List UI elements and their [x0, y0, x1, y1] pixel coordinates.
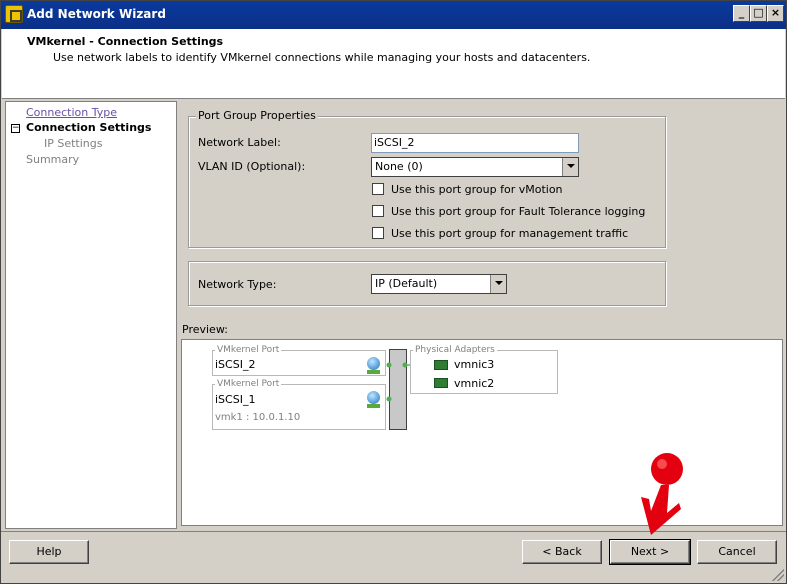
minimize-button[interactable]: _: [733, 5, 750, 22]
adapter-name: vmnic2: [454, 377, 495, 390]
vlan-id-value: None (0): [375, 160, 423, 173]
network-type-value: IP (Default): [375, 277, 438, 290]
wizard-steps-panel: Connection Type − Connection Settings IP…: [5, 101, 177, 529]
vlan-id-select[interactable]: None (0): [371, 157, 579, 177]
vmkernel-port-label: VMkernel Port: [215, 345, 282, 355]
fault-tolerance-checkbox-label[interactable]: Use this port group for Fault Tolerance …: [391, 205, 645, 218]
dropdown-arrow-icon[interactable]: [562, 158, 578, 176]
port-name: iSCSI_1: [215, 393, 256, 406]
network-type-label: Network Type:: [198, 278, 277, 291]
help-button[interactable]: Help: [9, 540, 89, 564]
vmkernel-port-box: [212, 384, 386, 430]
network-card-icon: [434, 360, 448, 370]
back-button[interactable]: < Back: [522, 540, 602, 564]
vmotion-checkbox-label[interactable]: Use this port group for vMotion: [391, 183, 563, 196]
network-label-label: Network Label:: [198, 136, 281, 149]
network-label-input[interactable]: iSCSI_2: [371, 133, 579, 153]
network-type-select[interactable]: IP (Default): [371, 274, 507, 294]
management-traffic-checkbox[interactable]: [372, 227, 384, 239]
step-ip-settings: IP Settings: [44, 137, 103, 150]
network-globe-icon: [367, 357, 380, 374]
cancel-button[interactable]: Cancel: [697, 540, 777, 564]
vsphere-app-icon: [5, 5, 23, 23]
fault-tolerance-checkbox[interactable]: [372, 205, 384, 217]
red-pointer-annotation-icon: [641, 453, 683, 535]
close-button[interactable]: ×: [767, 5, 784, 22]
port-group-legend: Port Group Properties: [196, 109, 318, 122]
page-title: VMkernel - Connection Settings: [27, 35, 224, 48]
page-subtitle: Use network labels to identify VMkernel …: [53, 51, 591, 64]
vmkernel-port-label: VMkernel Port: [215, 379, 282, 389]
resize-grip-icon[interactable]: [772, 569, 784, 581]
network-globe-icon: [367, 391, 380, 408]
title-bar[interactable]: Add Network Wizard _ □ ×: [1, 1, 786, 29]
physical-adapters-label: Physical Adapters: [413, 345, 497, 355]
step-connection-settings: Connection Settings: [26, 121, 152, 134]
port-name: iSCSI_2: [215, 358, 256, 371]
step-summary: Summary: [26, 153, 80, 166]
vlan-id-label: VLAN ID (Optional):: [198, 160, 306, 173]
port-detail: vmk1 : 10.0.1.10: [215, 412, 301, 423]
step-connection-type[interactable]: Connection Type: [26, 106, 117, 119]
preview-label: Preview:: [182, 323, 228, 336]
window-title: Add Network Wizard: [27, 7, 166, 21]
wizard-header: VMkernel - Connection Settings Use netwo…: [2, 29, 785, 99]
vmotion-checkbox[interactable]: [372, 183, 384, 195]
network-card-icon: [434, 378, 448, 388]
wizard-window: Add Network Wizard _ □ × VMkernel - Conn…: [0, 0, 787, 584]
dropdown-arrow-icon[interactable]: [490, 275, 506, 293]
adapter-name: vmnic3: [454, 358, 495, 371]
management-traffic-checkbox-label[interactable]: Use this port group for management traff…: [391, 227, 628, 240]
next-button[interactable]: Next >: [609, 539, 691, 565]
collapse-icon[interactable]: −: [11, 124, 20, 133]
maximize-button[interactable]: □: [750, 5, 767, 22]
